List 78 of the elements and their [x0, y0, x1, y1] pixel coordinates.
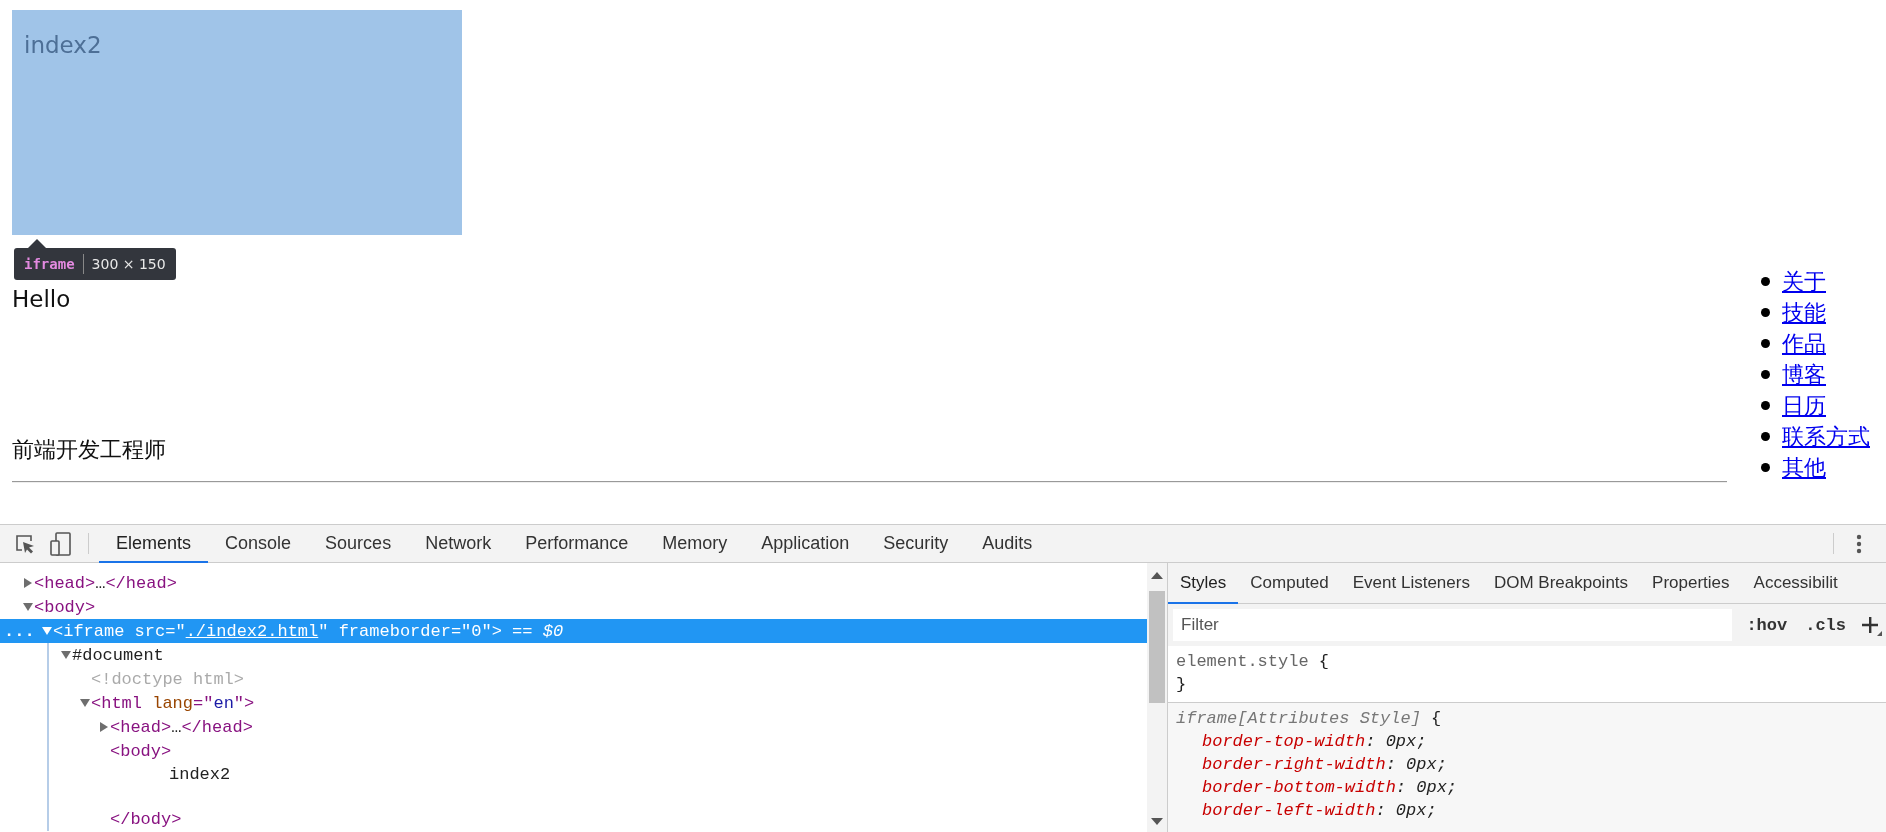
expanded-triangle-icon[interactable] — [80, 698, 90, 708]
toggle-button[interactable]: :hov — [1742, 615, 1792, 635]
expanded-triangle-icon[interactable] — [23, 602, 33, 612]
devtools-tab[interactable]: Security — [866, 525, 966, 563]
toggle-button[interactable]: .cls — [1801, 615, 1850, 635]
scroll-up-icon[interactable] — [1151, 571, 1163, 579]
devtools-tab[interactable]: Elements — [99, 525, 209, 563]
dom-row[interactable]: </body> — [0, 807, 1147, 831]
bullet-icon — [1761, 339, 1770, 348]
dom-node[interactable]: <body> — [34, 597, 96, 617]
css-brace: { — [1317, 652, 1330, 671]
nav-link[interactable]: 作品 — [1782, 328, 1826, 359]
bullet-icon — [1761, 277, 1770, 286]
dom-node[interactable]: </body> — [110, 809, 182, 829]
css-property[interactable]: border-bottom-width — [1202, 778, 1396, 797]
css-value[interactable]: : 0px; — [1365, 732, 1427, 751]
dom-node[interactable]: index2 — [169, 765, 231, 789]
css-value[interactable]: : 0px; — [1385, 755, 1447, 774]
css-value[interactable]: : 0px; — [1395, 778, 1458, 797]
devtools-tab[interactable]: Sources — [308, 525, 409, 563]
nav-link[interactable]: 关于 — [1782, 266, 1826, 297]
sidebar-tab[interactable]: Computed — [1238, 563, 1341, 604]
device-icon[interactable] — [50, 531, 72, 556]
sidebar-tab[interactable]: Accessibilit — [1741, 563, 1850, 604]
css-brace: { — [1430, 709, 1442, 728]
tooltip-size: 300 × 150 — [91, 256, 166, 272]
bullet-icon — [1761, 401, 1770, 410]
dom-row[interactable]: index2 — [0, 763, 1147, 807]
css-brace: } — [1176, 675, 1187, 694]
devtools-tab[interactable]: Performance — [508, 525, 646, 563]
devtools-tab[interactable]: Console — [208, 525, 309, 563]
nav-link[interactable]: 博客 — [1782, 359, 1826, 390]
filter-field[interactable]: Filter — [1173, 609, 1733, 641]
devtools-tab[interactable]: Application — [744, 525, 867, 563]
nav-link[interactable]: 联系方式 — [1782, 421, 1870, 452]
scroll-down-icon[interactable] — [1151, 818, 1163, 826]
bullet-icon — [1761, 308, 1770, 317]
page-heading: 前端开发工程师 — [12, 436, 166, 464]
dom-node[interactable]: <head>…</head> — [34, 573, 177, 593]
css-selector: element.style — [1176, 652, 1309, 671]
sidebar-tab[interactable]: DOM Breakpoints — [1481, 563, 1641, 604]
nav-link[interactable]: 其他 — [1782, 452, 1826, 483]
devtools-tab[interactable]: Network — [408, 525, 509, 563]
dom-row[interactable]: #document — [0, 643, 1147, 667]
dom-row[interactable]: <head>…</head> — [0, 715, 1147, 739]
more-options-icon[interactable] — [1856, 533, 1862, 554]
devtools-tab[interactable]: Memory — [645, 525, 745, 563]
css-property[interactable]: border-left-width — [1202, 801, 1376, 820]
bullet-icon — [1761, 370, 1770, 379]
nav-link[interactable]: 日历 — [1782, 390, 1826, 421]
add-rule-icon[interactable] — [1860, 614, 1882, 636]
bullet-icon — [1761, 463, 1770, 472]
dom-row[interactable]: <body> — [0, 739, 1147, 763]
collapsed-triangle-icon[interactable] — [99, 722, 109, 732]
css-selector: iframe[Attributes Style] — [1176, 709, 1421, 728]
greeting-text: Hello — [12, 285, 71, 313]
expanded-triangle-icon[interactable] — [61, 650, 71, 660]
css-property[interactable]: border-top-width — [1202, 732, 1366, 751]
scrollbar[interactable] — [1147, 563, 1167, 832]
devtools-tab[interactable]: Audits — [965, 525, 1050, 563]
dom-node[interactable]: #document — [72, 645, 164, 665]
iframe-text: index2 — [24, 32, 102, 58]
collapsed-triangle-icon[interactable] — [23, 578, 33, 588]
expanded-triangle-icon[interactable] — [42, 626, 52, 636]
dom-row[interactable]: <head>…</head> — [0, 571, 1147, 595]
dom-node[interactable]: <head>…</head> — [110, 717, 253, 737]
css-value[interactable]: : 0px; — [1375, 801, 1437, 820]
sidebar-tab[interactable]: Properties — [1640, 563, 1742, 604]
dom-node[interactable]: <html lang="en"> — [91, 693, 255, 713]
tooltip-tag: iframe — [24, 256, 75, 272]
dom-row[interactable]: <html lang="en"> — [0, 691, 1147, 715]
css-property[interactable]: border-right-width — [1202, 755, 1386, 774]
dom-row[interactable]: <body> — [0, 595, 1147, 619]
dom-node[interactable]: <body> — [110, 741, 172, 761]
nav-link[interactable]: 技能 — [1782, 297, 1826, 328]
sidebar-tab[interactable]: Event Listeners — [1340, 563, 1482, 604]
bullet-icon — [1761, 432, 1770, 441]
inspect-icon[interactable] — [14, 532, 36, 555]
